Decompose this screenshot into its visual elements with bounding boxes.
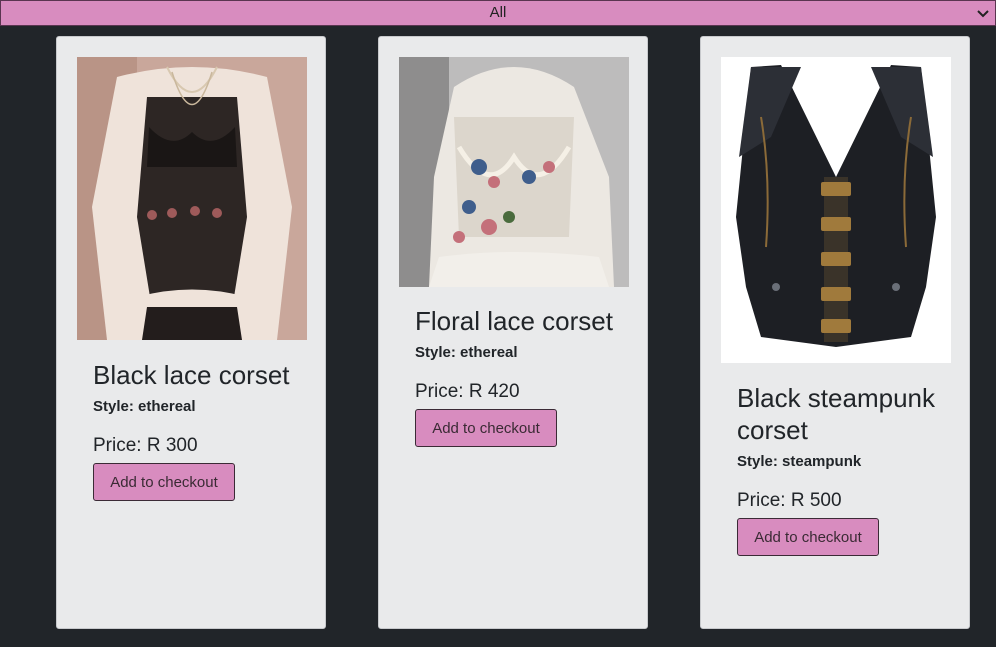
add-to-checkout-button[interactable]: Add to checkout bbox=[93, 463, 235, 501]
style-filter-select[interactable]: All bbox=[0, 0, 996, 26]
product-style: Style: ethereal bbox=[93, 398, 196, 415]
product-card: Floral lace corset Style: ethereal Price… bbox=[378, 36, 648, 629]
product-card: Black lace corset Style: ethereal Price:… bbox=[56, 36, 326, 629]
product-image-black-steampunk-corset bbox=[721, 57, 951, 363]
product-details: Black lace corset Style: ethereal Price:… bbox=[93, 359, 293, 501]
product-price: Price: R 420 bbox=[415, 381, 520, 402]
product-price: Price: R 300 bbox=[93, 435, 198, 456]
product-name: Floral lace corset bbox=[415, 306, 613, 336]
product-details: Black steampunk corset Style: steampunk … bbox=[737, 382, 937, 556]
product-price: Price: R 500 bbox=[737, 490, 842, 511]
product-style: Style: ethereal bbox=[415, 344, 518, 361]
product-style: Style: steampunk bbox=[737, 453, 862, 470]
add-to-checkout-button[interactable]: Add to checkout bbox=[737, 518, 879, 556]
product-image-black-lace-corset bbox=[77, 57, 307, 340]
style-filter-value: All bbox=[489, 4, 507, 21]
product-image-floral-lace-corset bbox=[399, 57, 629, 287]
product-details: Floral lace corset Style: ethereal Price… bbox=[415, 305, 615, 447]
product-name: Black steampunk corset bbox=[737, 383, 935, 445]
product-card: Black steampunk corset Style: steampunk … bbox=[700, 36, 970, 629]
product-name: Black lace corset bbox=[93, 360, 290, 390]
chevron-down-icon bbox=[977, 10, 989, 18]
add-to-checkout-button[interactable]: Add to checkout bbox=[415, 409, 557, 447]
